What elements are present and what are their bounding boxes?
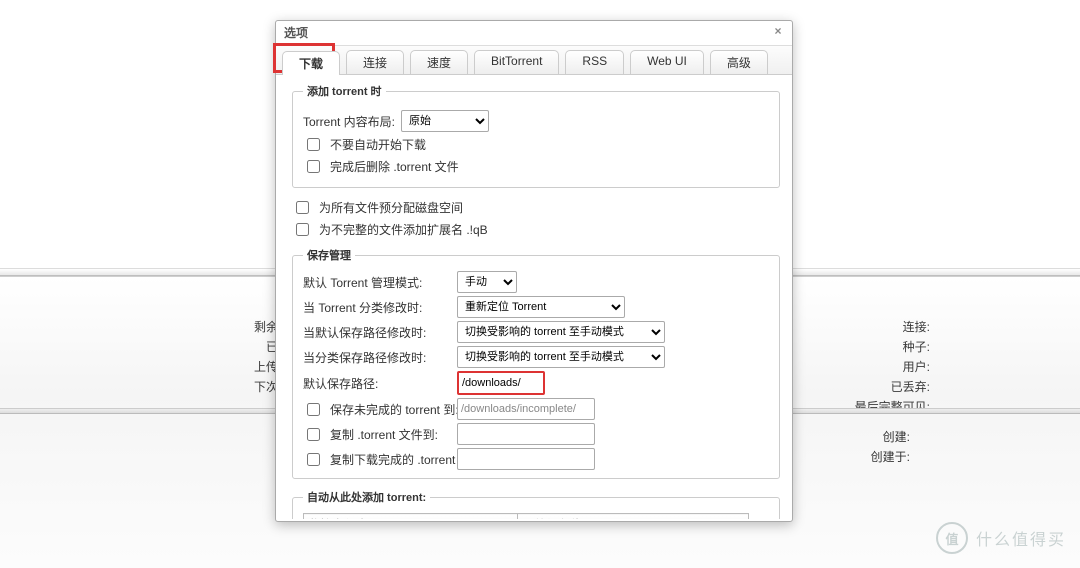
copy-torrent-checkbox[interactable] [307,428,320,441]
layout-select[interactable]: 原始 [401,110,489,132]
tab-rss[interactable]: RSS [565,50,624,74]
no-autostart-label: 不要自动开始下载 [330,136,426,153]
tab-connection[interactable]: 连接 [346,50,404,74]
remove-torrent-label: 完成后删除 .torrent 文件 [330,158,459,175]
bottom-footer-labels: 创建: 创建于: [871,427,910,467]
copy-torrent-input[interactable] [457,423,595,445]
tab-speed[interactable]: 速度 [410,50,468,74]
cat-change-label: 当 Torrent 分类修改时: [303,299,453,316]
incomplete-input[interactable] [457,398,595,420]
default-path-change-select[interactable]: 切换受影响的 torrent 至手动模式 [457,321,665,343]
group-save-management: 保存管理 默认 Torrent 管理模式: 手动 当 Torrent 分类修改时… [292,247,780,479]
bg-right-label: 连接: [830,317,930,337]
default-save-label: 默认保存路径: [303,375,453,392]
watermark-badge-icon: 值 [936,522,968,554]
bottom-right-labels: 连接: 种子: 用户: 已丢弃: 最后完整可见: [830,317,930,417]
close-icon[interactable]: × [770,23,786,39]
tab-bar: 下载 连接 速度 BitTorrent RSS Web UI 高级 [276,46,792,75]
cat-path-change-select[interactable]: 切换受影响的 torrent 至手动模式 [457,346,665,368]
copy-torrent-label: 复制 .torrent 文件到: [330,426,438,443]
bg-footer-label: 创建于: [871,447,910,467]
watch-col-folder[interactable]: 监控文件夹 [304,514,518,520]
bottom-left-labels: 剩余 已 上传 下次 [208,317,278,397]
tab-bittorrent[interactable]: BitTorrent [474,50,559,74]
copy-done-checkbox[interactable] [307,453,320,466]
incomplete-checkbox[interactable] [307,403,320,416]
group-watch-folders: 自动从此处添加 torrent: 监控文件夹 覆盖保存位置 默认保存位置 [292,489,780,519]
dialog-body-scroll[interactable]: 添加 torrent 时 Torrent 内容布局: 原始 不要自动开始下载 完… [278,75,790,519]
bg-left-label: 下次 [208,377,278,397]
mode-label: 默认 Torrent 管理模式: [303,274,453,291]
tab-webui[interactable]: Web UI [630,50,704,74]
copy-done-input[interactable] [457,448,595,470]
bg-left-label: 已 [208,337,278,357]
bg-right-label: 最后完整可见: [830,397,930,417]
watch-col-override[interactable]: 覆盖保存位置 [517,514,748,520]
bg-right-label: 种子: [830,337,930,357]
legend-save: 保存管理 [303,247,355,263]
bg-right-label: 已丢弃: [830,377,930,397]
cat-path-change-label: 当分类保存路径修改时: [303,349,453,366]
default-path-change-label: 当默认保存路径修改时: [303,324,453,341]
incomplete-label: 保存未完成的 torrent 到: [330,401,459,418]
tab-downloads[interactable]: 下载 [282,51,340,75]
dialog-title-bar[interactable]: 选项 × [276,21,792,46]
legend-when-adding: 添加 torrent 时 [303,83,386,99]
tab-advanced[interactable]: 高级 [710,50,768,74]
mode-select[interactable]: 手动 [457,271,517,293]
options-dialog: 选项 × 下载 连接 速度 BitTorrent RSS Web UI 高级 添… [275,20,793,522]
group-when-adding: 添加 torrent 时 Torrent 内容布局: 原始 不要自动开始下载 完… [292,83,780,188]
default-save-input[interactable] [457,371,545,395]
bg-left-label: 上传 [208,357,278,377]
prealloc-checkbox[interactable] [296,201,309,214]
watch-folders-table: 监控文件夹 覆盖保存位置 默认保存位置 [303,513,749,519]
append-qb-label: 为不完整的文件添加扩展名 .!qB [319,221,488,238]
dialog-title: 选项 [284,26,308,40]
append-qb-checkbox[interactable] [296,223,309,236]
no-autostart-checkbox[interactable] [307,138,320,151]
layout-label: Torrent 内容布局: [303,113,395,130]
watermark: 值 什么值得买 [936,522,1066,554]
remove-torrent-checkbox[interactable] [307,160,320,173]
bg-footer-label: 创建: [871,427,910,447]
watermark-text: 什么值得买 [976,526,1066,550]
bg-right-label: 用户: [830,357,930,377]
cat-change-select[interactable]: 重新定位 Torrent [457,296,625,318]
legend-watch: 自动从此处添加 torrent: [303,489,430,505]
prealloc-label: 为所有文件预分配磁盘空间 [319,199,463,216]
bg-left-label: 剩余 [208,317,278,337]
